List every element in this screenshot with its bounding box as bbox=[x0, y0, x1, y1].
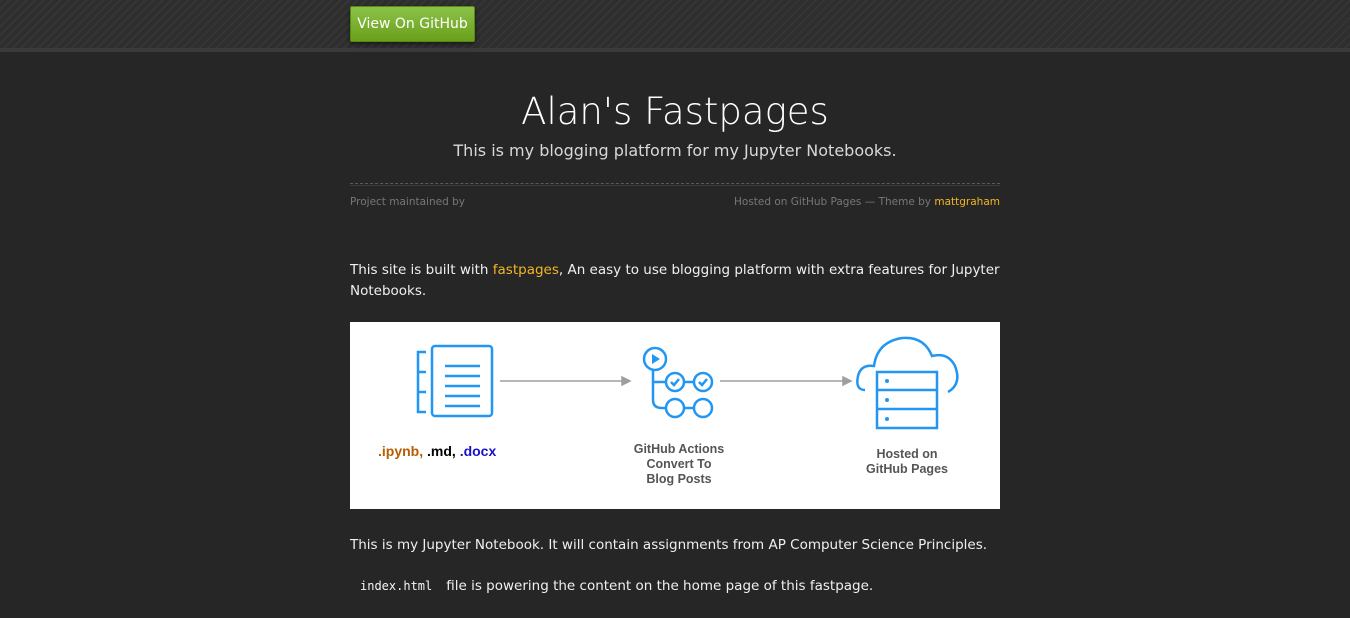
arrow-right-icon bbox=[720, 375, 853, 387]
workflow-icon bbox=[642, 346, 714, 419]
page-subtitle: This is my blogging platform for my Jupy… bbox=[453, 141, 897, 160]
actions-label-2: Convert To bbox=[646, 457, 711, 471]
file-types-label: .ipynb, .md, .docx bbox=[378, 443, 496, 459]
workflow-diagram: .ipynb, .md, .docx GitHub Actions Conver… bbox=[350, 322, 1000, 509]
main-content: Alan's Fastpages This is my blogging pla… bbox=[350, 56, 1000, 597]
index-code: index.html bbox=[360, 579, 433, 593]
intro-paragraph: This site is built with fastpages, An ea… bbox=[350, 260, 1000, 302]
index-text: file is powering the content on the home… bbox=[446, 578, 874, 594]
hosted-prefix: Hosted on GitHub Pages — Theme by bbox=[734, 196, 935, 208]
index-paragraph: index.html file is powering the content o… bbox=[350, 576, 1000, 597]
divider bbox=[350, 183, 1000, 186]
hosted-label-1: Hosted on bbox=[876, 447, 937, 461]
view-on-github-button[interactable]: View On GitHub bbox=[350, 6, 475, 42]
hosted-label-2: GitHub Pages bbox=[866, 462, 948, 476]
maintained-text: Project maintained by bbox=[350, 196, 465, 208]
fastpages-link[interactable]: fastpages bbox=[493, 262, 559, 278]
hosted-text: Hosted on GitHub Pages — Theme by mattgr… bbox=[734, 195, 1000, 209]
page-title: Alan's Fastpages bbox=[521, 90, 829, 133]
credits-bar: Project maintained by Hosted on GitHub P… bbox=[350, 195, 1000, 209]
actions-label-1: GitHub Actions bbox=[634, 442, 725, 456]
arrow-right-icon bbox=[500, 375, 632, 387]
cloud-server-icon bbox=[856, 336, 959, 430]
top-bar: View On GitHub bbox=[0, 0, 1350, 52]
intro-before: This site is built with bbox=[350, 262, 493, 278]
actions-label-3: Blog Posts bbox=[646, 472, 711, 486]
document-icon bbox=[416, 344, 494, 418]
theme-author-link[interactable]: mattgraham bbox=[934, 196, 1000, 208]
notebook-paragraph: This is my Jupyter Notebook. It will con… bbox=[350, 537, 988, 553]
